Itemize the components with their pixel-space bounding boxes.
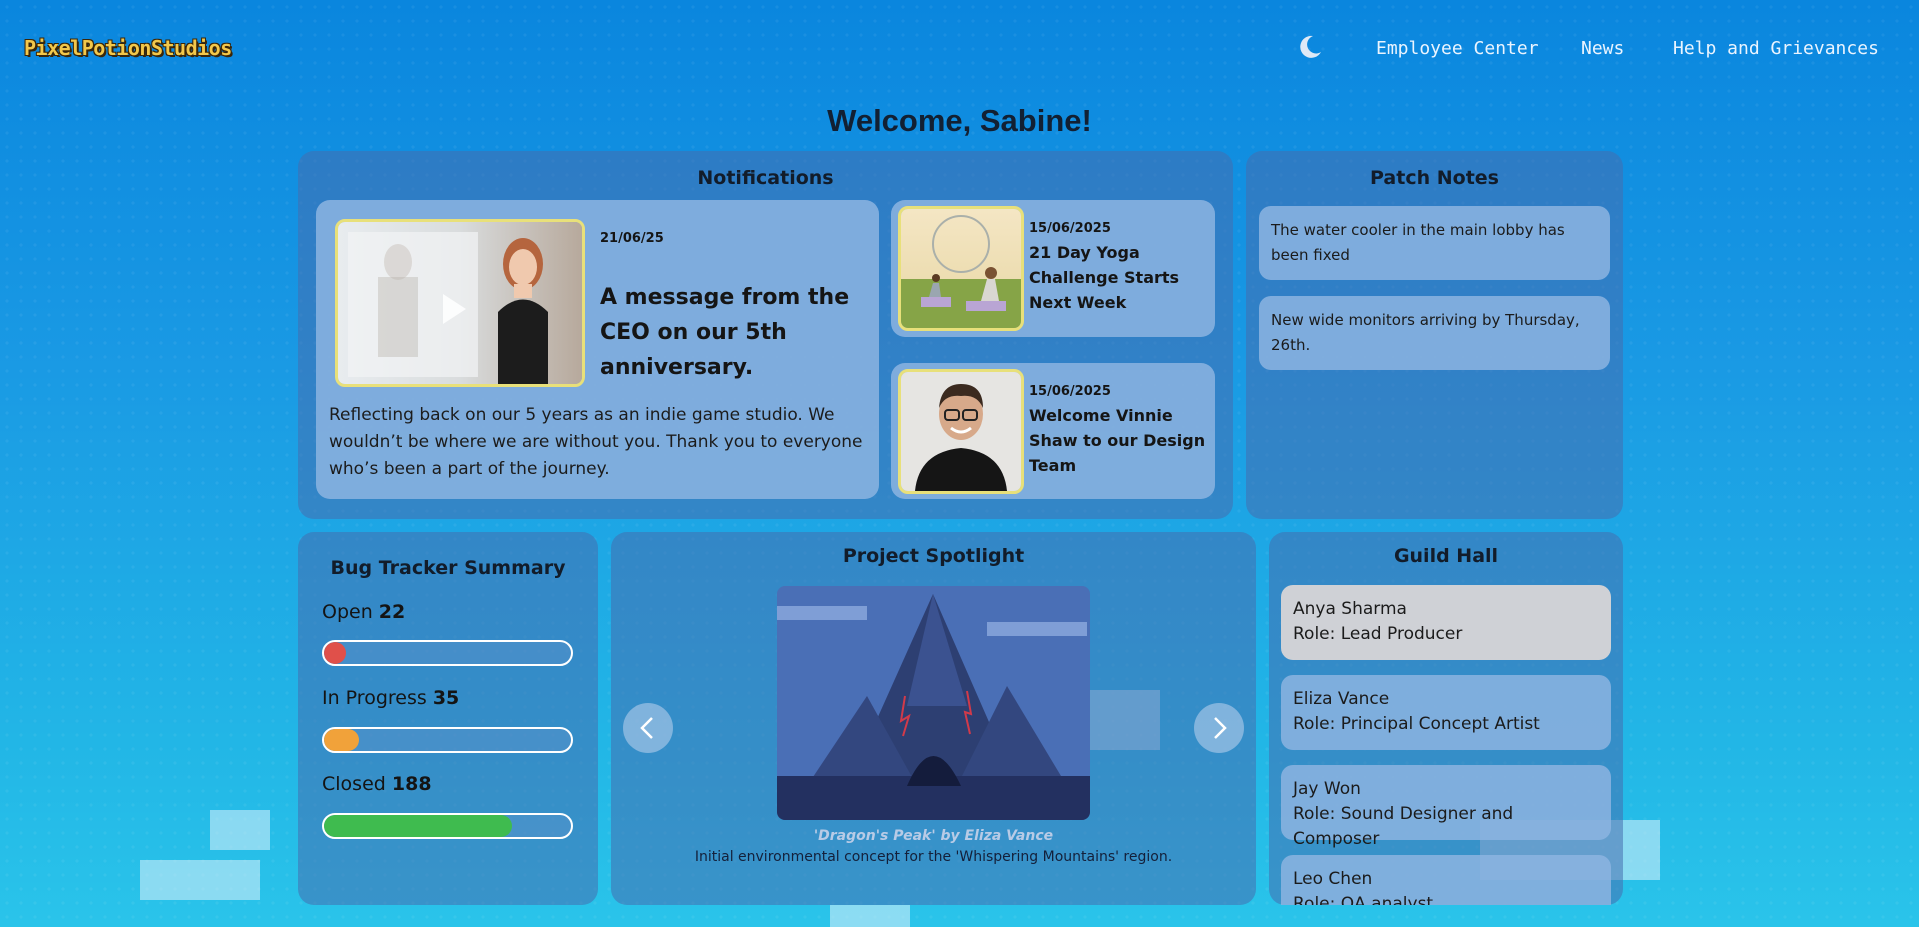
notification-item[interactable]: 15/06/2025 Welcome Vinnie Shaw to our De… <box>891 363 1215 499</box>
member-name: Eliza Vance <box>1293 689 1390 709</box>
ceo-photo <box>338 222 582 384</box>
spotlight-caption-title: 'Dragon's Peak' by Eliza Vance <box>813 828 1054 844</box>
moon-icon[interactable] <box>1297 34 1323 60</box>
notifications-title: Notifications <box>697 167 834 189</box>
bug-in-progress-fill <box>324 729 359 751</box>
featured-notification[interactable]: 21/06/25 A message from the CEO on our 5… <box>316 200 879 499</box>
bug-in-progress-label: In Progress 35 <box>322 687 460 709</box>
guild-member-list[interactable]: Anya Sharma Role: Lead Producer Eliza Va… <box>1269 575 1623 905</box>
nav-news[interactable]: News <box>1581 38 1624 59</box>
notification-date: 15/06/2025 <box>1029 221 1111 236</box>
cloud-decoration <box>830 905 910 927</box>
nav-help-grievances[interactable]: Help and Grievances <box>1673 38 1879 59</box>
member-name: Jay Won <box>1293 779 1361 799</box>
patch-note-item: The water cooler in the main lobby has b… <box>1259 206 1610 280</box>
bug-in-progress-bar <box>322 727 573 753</box>
spotlight-title: Project Spotlight <box>842 545 1025 567</box>
bug-closed-bar <box>322 813 573 839</box>
notification-date: 15/06/2025 <box>1029 384 1111 399</box>
member-role: Role: Principal Concept Artist <box>1293 714 1540 734</box>
member-role: Role: Lead Producer <box>1293 624 1463 644</box>
guild-member-card[interactable]: Jay Won Role: Sound Designer and Compose… <box>1281 765 1611 849</box>
bug-open-label: Open 22 <box>322 601 406 623</box>
bug-tracker-title: Bug Tracker Summary <box>330 557 566 579</box>
brand-logo[interactable]: PixelPotionStudios <box>24 36 232 60</box>
bug-open-fill <box>324 642 347 664</box>
notification-date: 21/06/25 <box>600 231 664 246</box>
notification-title: Welcome Vinnie Shaw to our Design Team <box>1029 406 1206 475</box>
chevron-left-icon <box>640 717 653 739</box>
spotlight-image[interactable] <box>777 586 1090 820</box>
cloud-decoration <box>210 810 270 850</box>
carousel-next-button[interactable] <box>1194 703 1244 753</box>
chevron-right-icon <box>1214 717 1227 739</box>
carousel-prev-button[interactable] <box>623 703 673 753</box>
notification-title: A message from the CEO on our 5th annive… <box>600 285 850 380</box>
yoga-photo <box>901 209 1021 328</box>
yoga-thumbnail <box>898 206 1024 331</box>
notification-title: 21 Day Yoga Challenge Starts Next Week <box>1029 243 1180 312</box>
bug-tracker-panel: Bug Tracker Summary <box>298 532 598 905</box>
member-role: Role: QA analyst <box>1293 894 1434 905</box>
guild-member-card[interactable]: Leo Chen Role: QA analyst <box>1281 855 1611 905</box>
vinnie-photo <box>901 372 1021 491</box>
ceo-video-thumbnail[interactable] <box>335 219 585 387</box>
guild-hall-title: Guild Hall <box>1393 545 1499 567</box>
patch-notes-title: Patch Notes <box>1370 167 1499 189</box>
guild-member-card[interactable]: Anya Sharma Role: Lead Producer <box>1281 585 1611 660</box>
welcome-heading: Welcome, Sabine! <box>827 103 1092 138</box>
notification-item[interactable]: 15/06/2025 21 Day Yoga Challenge Starts … <box>891 200 1215 337</box>
spotlight-caption-text: Initial environmental concept for the 'W… <box>694 849 1173 865</box>
bug-closed-label: Closed 188 <box>322 773 432 795</box>
dragons-peak-art <box>777 586 1090 820</box>
cloud-decoration <box>140 860 260 900</box>
top-nav: PixelPotionStudios Employee Center News … <box>0 0 1919 100</box>
member-name: Anya Sharma <box>1293 599 1407 619</box>
nav-employee-center[interactable]: Employee Center <box>1376 38 1539 59</box>
bug-open-bar <box>322 640 573 666</box>
bug-closed-fill <box>324 815 512 837</box>
vinnie-thumbnail <box>898 369 1024 494</box>
guild-member-card[interactable]: Eliza Vance Role: Principal Concept Arti… <box>1281 675 1611 750</box>
patch-note-item: New wide monitors arriving by Thursday, … <box>1259 296 1610 370</box>
member-name: Leo Chen <box>1293 869 1373 889</box>
notification-body: Reflecting back on our 5 years as an ind… <box>329 405 863 479</box>
member-role: Role: Sound Designer and Composer <box>1293 804 1514 849</box>
